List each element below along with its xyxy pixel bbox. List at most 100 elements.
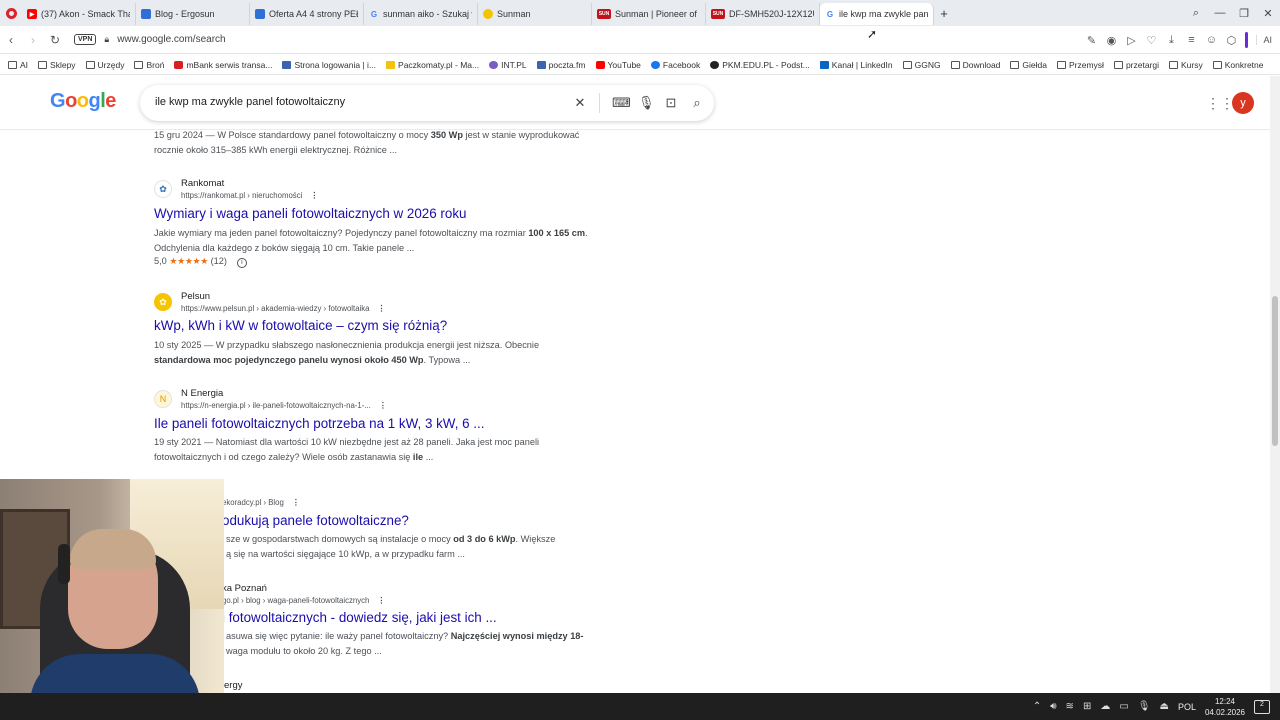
date: 04.02.2026 [1204,707,1245,717]
bookmark-2[interactable]: Urzędy [85,60,124,70]
tab-2[interactable]: Oferta A4 4 strony PEŁNA [250,3,364,25]
profile-icon[interactable]: ☺ [1205,34,1217,46]
lens-icon[interactable]: ⊡ [664,95,678,111]
folder-icon [8,60,17,69]
page-scrollbar[interactable] [1270,76,1280,693]
bookmark-5[interactable]: Strona logowania | i... [282,60,376,70]
back-button[interactable]: ‹ [0,33,22,47]
bookmark-1[interactable]: Sklepy [38,60,76,70]
bookmark-10[interactable]: Facebook [650,60,700,70]
close-button[interactable]: ✕ [1256,7,1280,20]
stars-icon: ★★★★★ [169,256,209,266]
bookmark-7[interactable]: INT.PL [489,60,527,70]
google-doodle-logo[interactable]: Google [50,90,116,113]
vpn-badge[interactable]: VPN [74,34,97,45]
bookmark-6[interactable]: Paczkomaty.pl - Ma... [386,60,479,70]
site-cite: go.pl › blog › waga-paneli-fotowoltaiczn… [222,596,386,605]
menu-icon[interactable]: ≡ [1185,34,1197,46]
more-options-icon[interactable]: ⋮ [377,596,385,605]
maximize-button[interactable]: ❐ [1232,7,1256,20]
folder-icon [950,60,960,69]
search-box[interactable]: ile kwp ma zwykle panel fotowoltaiczny ✕… [140,85,714,121]
search-input[interactable]: ile kwp ma zwykle panel fotowoltaiczny [155,96,345,108]
keyboard-icon[interactable]: ⌨ [612,95,631,111]
bookmark-8[interactable]: poczta.fm [536,60,586,70]
result-title-link[interactable]: Wymiary i waga paneli fotowoltaicznych w… [154,206,466,221]
more-options-icon[interactable]: ⋮ [378,304,386,313]
bookmark-13[interactable]: GGNG [902,60,941,70]
cloud-icon[interactable]: ☁ [1100,701,1110,712]
more-options-icon[interactable]: ⋮ [310,191,318,200]
forward-button[interactable]: › [22,33,44,47]
microphone-icon[interactable]: 🎙︎ [638,95,655,111]
cube-icon[interactable]: ⬡ [1225,34,1237,47]
url-field[interactable]: www.google.com/search [117,34,225,45]
usb-icon[interactable]: ⏏ [1159,701,1168,712]
heart-icon[interactable]: ♡ [1145,34,1157,47]
ai-button[interactable]: AI [1256,35,1272,45]
edit-icon[interactable]: ✎ [1085,34,1097,47]
minimize-button[interactable]: — [1208,7,1232,19]
more-options-icon[interactable]: ⋮ [292,498,300,507]
result-source[interactable]: N N Energia https://n-energia.pl › ile-p… [154,388,594,414]
lock-icon[interactable]: 🔒︎ [104,34,109,45]
result-title-link[interactable]: kWp, kWh i kW w fotowoltaice – czym się … [154,318,447,333]
avatar[interactable]: y [1232,92,1254,114]
result-title-link[interactable]: odukują panele fotowoltaiczne? [222,513,409,528]
bookmark-17[interactable]: przetargi [1113,60,1159,70]
download-icon[interactable]: ⤓ [1165,34,1177,47]
speaker-icon[interactable]: 🔊︎ [1050,701,1056,712]
result-title-link[interactable]: i fotowoltaicznych - dowiedz się, jaki j… [222,610,497,625]
bookmark-3[interactable]: Broń [134,60,164,70]
tab-label: Sunman [497,9,531,19]
bookmark-4[interactable]: mBank serwis transa... [174,60,272,70]
search-icon[interactable]: ⌕ [690,95,704,111]
wifi-off-icon[interactable]: ≋ [1066,701,1074,712]
tab-1[interactable]: Blog - Ergosun [136,3,250,25]
bookmark-12[interactable]: Kanał | LinkedIn [819,59,893,70]
language-indicator[interactable]: POL [1178,702,1196,712]
bookmark-favicon-icon [819,60,829,69]
result-title-link[interactable]: Ile paneli fotowoltaicznych potrzeba na … [154,416,484,431]
reload-button[interactable]: ↻ [44,33,66,47]
chevron-up-icon[interactable]: ⌃ [1033,701,1041,712]
n-energia-icon: N [154,390,172,408]
network-icon[interactable]: ⊞ [1083,701,1091,712]
clear-icon[interactable]: ✕ [573,95,587,111]
folder-icon [1169,60,1179,69]
scroll-thumb[interactable] [1272,296,1278,446]
notification-icon[interactable]: 2 [1254,699,1270,714]
result-snippet: sze w gospodarstwach domowych są instala… [226,534,556,559]
tab-0[interactable]: ▶ (37) Akon - Smack Tha [22,3,136,25]
tab-4[interactable]: Sunman [478,3,592,25]
bookmark-14[interactable]: Download [950,60,1000,70]
play-icon[interactable]: ▷ [1125,34,1137,47]
tab-6[interactable]: SUN DF-SMH520J-12X12UW ( [706,3,820,25]
bookmark-label: Kanał | LinkedIn [831,59,893,70]
info-icon[interactable]: i [236,258,247,268]
bookmark-9[interactable]: YouTube [595,60,641,70]
result-source[interactable]: ✿ Pelsun https://www.pelsun.pl › akademi… [154,291,594,317]
bookmark-19[interactable]: Konkretne [1212,60,1264,70]
bookmark-15[interactable]: Giełda [1010,60,1047,70]
new-tab-button[interactable]: + [934,2,954,24]
tab-3[interactable]: Gsunman aiko - Szukaj w Go [364,3,478,25]
bookmark-18[interactable]: Kursy [1169,60,1203,70]
bookmark-11[interactable]: PKM.EDU.PL - Podst... [710,60,810,70]
opera-logo-icon[interactable] [0,0,22,26]
display-icon[interactable]: ▭ [1119,701,1128,712]
tab-label: sunman aiko - Szukaj w Go [383,9,472,19]
bookmark-16[interactable]: Przemysł [1056,60,1104,70]
search-tabs-icon[interactable]: ⌕ [1184,7,1208,20]
more-options-icon[interactable]: ⋮ [379,401,387,410]
result-snippet: 15 gru 2024 — W Polsce standardowy panel… [154,130,580,155]
tab-5[interactable]: SUN Sunman | Pioneer of Ultra [592,3,706,25]
address-bar: ‹ › ↻ VPN 🔒︎ www.google.com/search ✎ ◉ ▷… [0,26,1280,54]
microphone-tray-icon[interactable]: 🎙︎ [1138,701,1151,712]
bookmark-0[interactable]: AI [8,60,28,70]
camera-icon[interactable]: ◉ [1105,34,1117,47]
clock[interactable]: 12:24 04.02.2026 [1205,696,1245,718]
tab-7-active[interactable]: Gile kwp ma zwykle panel fo [820,3,934,25]
result-source[interactable]: ✿ Rankomat https://rankomat.pl › nieruch… [154,178,594,204]
result-snippet: asuwa się więc pytanie: ile waży panel f… [226,631,584,656]
